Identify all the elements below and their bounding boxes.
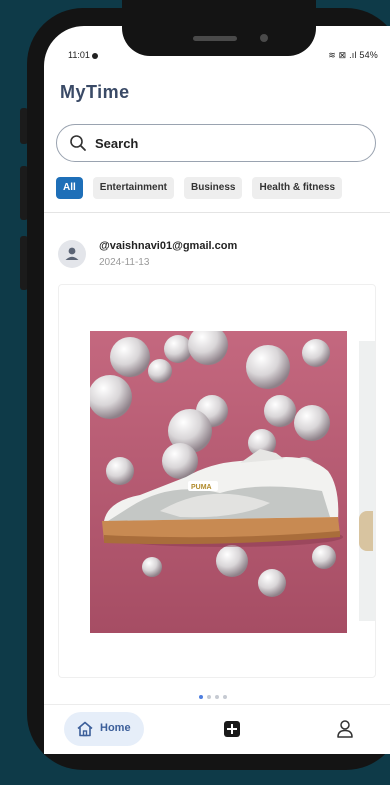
app-title: MyTime: [60, 82, 130, 102]
carousel-dot[interactable]: [223, 695, 227, 699]
profile-icon[interactable]: [336, 719, 354, 739]
nav-home[interactable]: Home: [64, 712, 144, 746]
next-slide-preview[interactable]: [359, 341, 375, 621]
category-chips: All Entertainment Business Health & fitness: [56, 177, 352, 199]
chip-business[interactable]: Business: [184, 177, 243, 199]
chip-entertainment[interactable]: Entertainment: [92, 177, 175, 199]
avatar[interactable]: [58, 240, 86, 268]
post-media-carousel[interactable]: PUMA: [58, 284, 376, 678]
carousel-dot-active[interactable]: [199, 695, 203, 699]
notification-dot-icon: [92, 53, 98, 59]
chip-all[interactable]: All: [56, 177, 83, 199]
sneaker-photo: PUMA: [90, 331, 347, 633]
post-date: 2024-11-13: [99, 257, 150, 268]
chip-health-fitness[interactable]: Health & fitness: [252, 177, 343, 199]
post-username[interactable]: @vaishnavi01@gmail.com: [99, 240, 237, 252]
carousel-indicator: [199, 686, 231, 704]
search-icon: [70, 135, 86, 151]
status-time: 11:01: [68, 50, 90, 60]
carousel-dot[interactable]: [207, 695, 211, 699]
status-indicators: ≋ ⊠ .ıl 54%: [328, 50, 378, 60]
home-icon: [77, 721, 93, 737]
nav-home-label: Home: [100, 722, 131, 734]
header-divider: [44, 212, 390, 213]
bottom-navigation: Home: [44, 704, 390, 754]
phone-notch: [122, 0, 316, 56]
search-bar[interactable]: [56, 124, 376, 162]
svg-text:PUMA: PUMA: [191, 484, 212, 491]
front-camera: [260, 34, 268, 42]
person-icon: [65, 247, 79, 260]
add-post-icon[interactable]: [224, 721, 240, 737]
search-input[interactable]: [95, 133, 355, 153]
carousel-dot[interactable]: [215, 695, 219, 699]
speaker-grille: [193, 36, 237, 41]
